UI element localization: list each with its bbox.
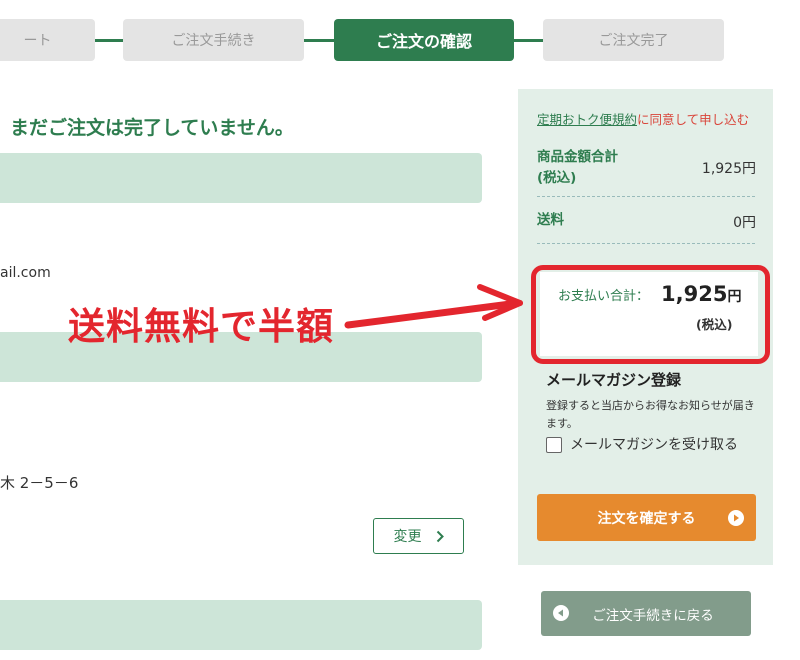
annotation-highlight-box — [531, 265, 770, 364]
annotation-text: 送料無料で半額 — [68, 305, 334, 348]
